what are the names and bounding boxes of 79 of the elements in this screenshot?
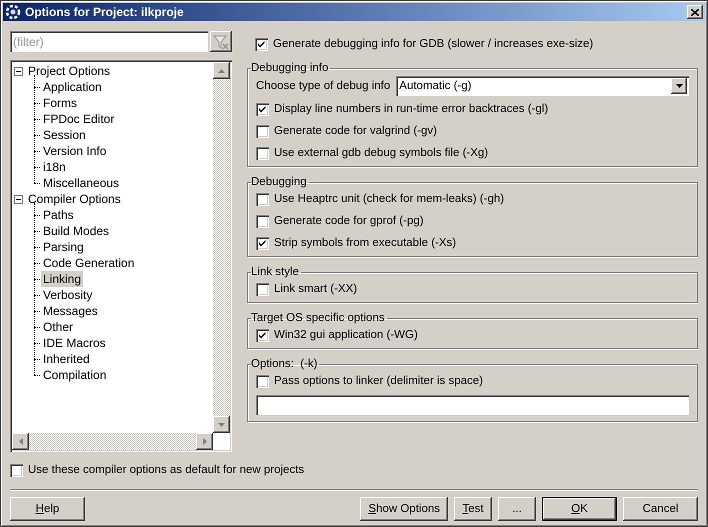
checkbox-label: Use Heaptrc unit (check for mem-leaks) (-gh) <box>274 193 504 205</box>
right-arrow-icon <box>202 438 206 445</box>
vertical-scrollbar[interactable] <box>213 62 230 433</box>
tree-item[interactable]: Code Generation <box>41 255 136 271</box>
tree-item[interactable]: Version Info <box>41 143 108 159</box>
tree-item[interactable]: Project Options <box>26 63 112 79</box>
tree-item[interactable]: Build Modes <box>41 223 112 239</box>
tree-item[interactable]: Forms <box>41 95 79 111</box>
checkbox-label: Display line numbers in run-time error backtraces (-gl) <box>274 103 548 115</box>
checkbox-label: Generate code for valgrind (-gv) <box>274 125 437 137</box>
tree-item[interactable]: Linking <box>41 271 84 287</box>
debug-info-dropdown[interactable]: Automatic (-g) <box>396 76 689 96</box>
input-field[interactable] <box>256 395 689 415</box>
checkbox-label: Strip symbols from executable (-Xs) <box>274 237 456 249</box>
collapse-icon[interactable] <box>14 194 23 204</box>
checkbox-label: Use external gdb debug symbols file (-Xg) <box>274 147 488 159</box>
dialog-button[interactable]: Test <box>454 497 492 521</box>
checkbox-label: Win32 gui application (-WG) <box>274 329 418 341</box>
filter-field[interactable]: (filter) <box>10 31 208 52</box>
tree-item[interactable]: Paths <box>41 207 76 223</box>
close-icon <box>691 8 699 16</box>
field-label: Choose type of debug info <box>256 80 390 92</box>
tree-item[interactable]: Session <box>41 127 88 143</box>
checkbox-label: Use these compiler options as default for new projects <box>28 464 304 476</box>
clear-filter-button[interactable] <box>210 31 232 52</box>
dialog-button[interactable]: Help <box>10 497 85 521</box>
tree-item[interactable]: Inherited <box>41 351 92 367</box>
tree-item[interactable]: Messages <box>41 303 100 319</box>
horizontal-scrollbar[interactable] <box>12 433 213 450</box>
tree-item[interactable]: Other <box>41 319 76 335</box>
checkbox[interactable] <box>256 282 269 296</box>
tree-item[interactable]: Verbosity <box>41 287 94 303</box>
scroll-up-button[interactable] <box>213 62 230 79</box>
tree-item[interactable]: Application <box>41 79 104 95</box>
window-title: Options for Project: ilkproje <box>25 5 185 19</box>
scroll-down-button[interactable] <box>213 416 230 433</box>
dialog-button[interactable]: ... <box>498 497 536 521</box>
checkbox[interactable] <box>256 236 269 250</box>
dialog-button[interactable]: Show Options <box>360 497 448 521</box>
checkbox[interactable] <box>10 464 23 476</box>
tree-item[interactable]: Compilation <box>41 367 108 383</box>
gear-icon <box>5 4 21 20</box>
caret-icon <box>676 84 682 88</box>
tree-item[interactable]: i18n <box>41 159 68 175</box>
checkbox[interactable] <box>256 146 269 160</box>
check-icon <box>258 40 265 48</box>
collapse-icon[interactable] <box>14 66 23 76</box>
checkbox-label: Generate code for gprof (-pg) <box>274 215 424 227</box>
tree-item[interactable]: FPDoc Editor <box>41 111 116 127</box>
checkbox-label: Generate debugging info for GDB (slower / increases exe-size) <box>273 38 594 50</box>
up-arrow-icon <box>218 68 225 72</box>
tree-item[interactable]: Parsing <box>41 239 86 255</box>
checkbox[interactable] <box>256 374 269 388</box>
check-icon <box>259 106 266 112</box>
close-button[interactable] <box>687 5 703 19</box>
checkbox-label: Pass options to linker (delimiter is space) <box>274 375 483 387</box>
check-icon <box>259 240 266 246</box>
checkbox[interactable] <box>256 214 269 228</box>
down-arrow-icon <box>218 422 225 426</box>
tree-item[interactable]: Miscellaneous <box>41 175 122 191</box>
tree-item[interactable]: Compiler Options <box>26 191 123 207</box>
checkbox[interactable] <box>256 102 269 116</box>
left-arrow-icon <box>18 438 22 445</box>
scroll-right-button[interactable] <box>196 433 213 450</box>
group-title: Target OS specific options <box>251 312 386 324</box>
checkbox[interactable] <box>256 192 269 206</box>
checkbox[interactable] <box>256 328 269 342</box>
checkbox[interactable] <box>256 124 269 138</box>
dialog-button[interactable]: Cancel <box>623 497 698 521</box>
group-title: Link style <box>251 266 300 278</box>
dialog-button[interactable]: OK <box>542 497 617 521</box>
checkbox-label: Link smart (-XX) <box>274 283 358 295</box>
tree-item[interactable]: IDE Macros <box>41 335 108 351</box>
check-icon <box>259 332 266 338</box>
scroll-left-button[interactable] <box>12 433 29 450</box>
group-title: Debugging info <box>251 62 330 74</box>
checkbox[interactable] <box>255 38 268 50</box>
group-title: Debugging <box>251 176 308 188</box>
group-title: Options: (-k) <box>251 358 318 370</box>
